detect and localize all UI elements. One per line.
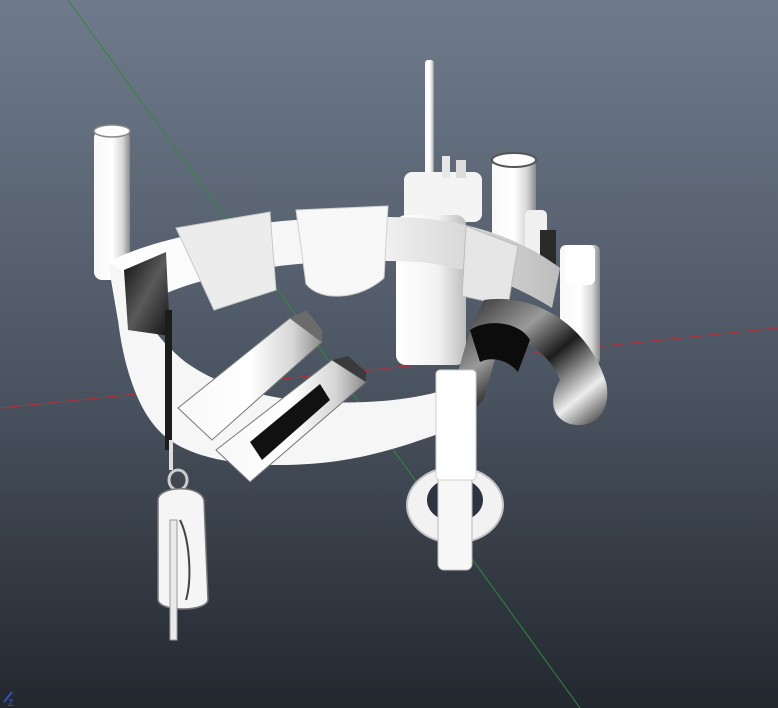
3d-viewport[interactable]: Z xyxy=(0,0,778,708)
viewport-canvas[interactable]: Z xyxy=(0,0,778,708)
axis-gizmo-label: Z xyxy=(8,698,14,708)
center-pouch xyxy=(295,205,389,297)
radio-antenna xyxy=(425,60,434,180)
keeper-strap-left xyxy=(165,310,172,450)
viewport-background xyxy=(0,0,778,708)
